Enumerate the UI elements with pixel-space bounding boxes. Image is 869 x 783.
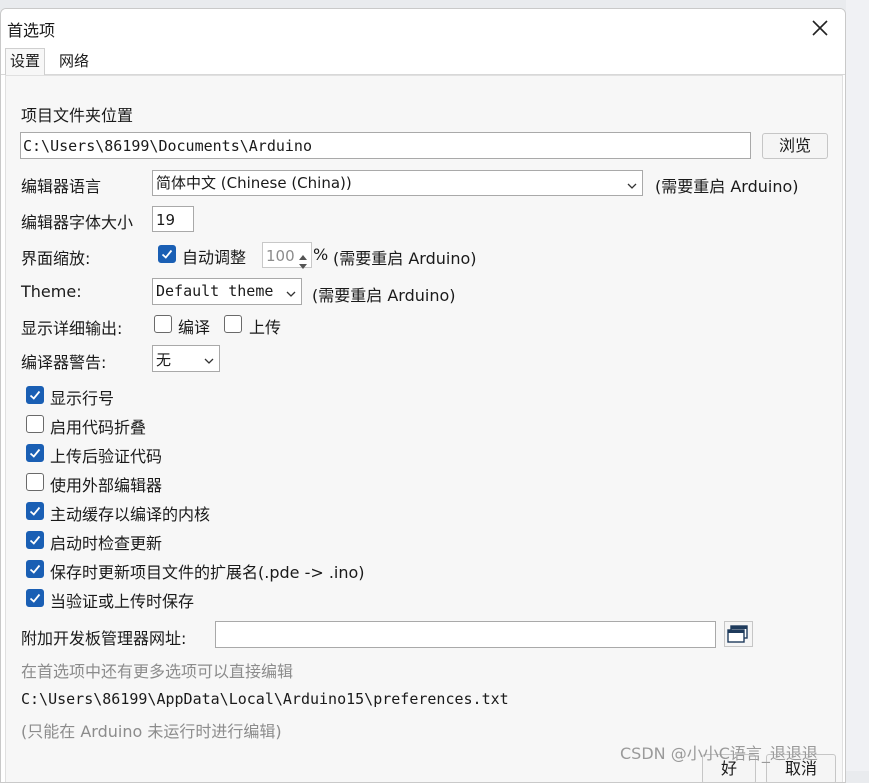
option-label-line-numbers: 显示行号 bbox=[50, 389, 115, 408]
chevron-down-icon bbox=[626, 177, 638, 189]
tab-network[interactable]: 网络 bbox=[55, 49, 93, 73]
verbose-upload-checkbox[interactable] bbox=[224, 315, 242, 333]
option-checkbox-cache-core[interactable] bbox=[26, 502, 44, 520]
option-label-verify-upload: 上传后验证代码 bbox=[50, 447, 163, 466]
window-stack-icon[interactable] bbox=[724, 621, 753, 647]
verbose-compile-checkbox[interactable] bbox=[154, 315, 172, 333]
theme-label: Theme: bbox=[21, 282, 82, 301]
verbose-label: 显示详细输出: bbox=[21, 319, 123, 338]
option-label-cache-core: 主动缓存以编译的内核 bbox=[50, 505, 211, 524]
option-label-external-editor: 使用外部编辑器 bbox=[50, 476, 163, 495]
warnings-value: 无 bbox=[156, 351, 172, 369]
verbose-upload-label: 上传 bbox=[249, 318, 282, 337]
language-value: 简体中文 (Chinese (China)) bbox=[156, 174, 352, 192]
language-select[interactable]: 简体中文 (Chinese (China)) bbox=[152, 170, 643, 196]
watermark: CSDN @小小C语言_退退退 bbox=[620, 744, 818, 763]
option-checkbox-line-numbers[interactable] bbox=[26, 386, 44, 404]
scale-restart-note: (需要重启 Arduino) bbox=[333, 249, 477, 268]
verbose-compile-label: 编译 bbox=[178, 318, 211, 337]
sketchbook-path-value: C:\Users\86199\Documents\Arduino bbox=[23, 137, 312, 155]
option-label-code-folding: 启用代码折叠 bbox=[50, 418, 147, 437]
theme-restart-note: (需要重启 Arduino) bbox=[312, 286, 456, 305]
settings-panel: 项目文件夹位置 C:\Users\86199\Documents\Arduino… bbox=[5, 75, 843, 782]
close-icon[interactable] bbox=[809, 17, 831, 39]
font-size-input[interactable]: 19 bbox=[152, 206, 194, 232]
language-label: 编辑器语言 bbox=[21, 177, 102, 196]
scale-value: 100 bbox=[266, 247, 295, 265]
percent-sign: % bbox=[313, 245, 329, 264]
option-label-save-on-verify: 当验证或上传时保存 bbox=[50, 592, 195, 611]
edit-when-closed-note: (只能在 Arduino 未运行时进行编辑) bbox=[21, 722, 282, 741]
chevron-down-icon bbox=[285, 285, 297, 297]
theme-value: Default theme bbox=[156, 282, 274, 300]
warnings-select[interactable]: 无 bbox=[152, 345, 220, 372]
auto-scale-label: 自动调整 bbox=[182, 248, 247, 267]
boards-url-label: 附加开发板管理器网址: bbox=[21, 629, 187, 648]
option-checkbox-verify-upload[interactable] bbox=[26, 444, 44, 462]
stepper-down-icon[interactable] bbox=[298, 256, 308, 275]
option-label-update-extension: 保存时更新项目文件的扩展名(.pde -> .ino) bbox=[50, 563, 365, 582]
scale-label: 界面缩放: bbox=[21, 249, 91, 268]
tab-strip: 设置 网络 bbox=[1, 46, 845, 76]
option-checkbox-save-on-verify[interactable] bbox=[26, 589, 44, 607]
option-checkbox-external-editor[interactable] bbox=[26, 473, 44, 491]
title-bar: 首选项 bbox=[1, 9, 845, 47]
option-checkbox-code-folding[interactable] bbox=[26, 415, 44, 433]
font-size-label: 编辑器字体大小 bbox=[21, 213, 134, 232]
boards-url-input[interactable] bbox=[215, 621, 716, 648]
language-restart-note: (需要重启 Arduino) bbox=[655, 177, 799, 196]
option-checkbox-update-extension[interactable] bbox=[26, 560, 44, 578]
browse-button[interactable]: 浏览 bbox=[762, 133, 828, 159]
tab-settings[interactable]: 设置 bbox=[5, 48, 46, 76]
font-size-value: 19 bbox=[156, 211, 176, 229]
prefs-file-path[interactable]: C:\Users\86199\AppData\Local\Arduino15\p… bbox=[21, 690, 509, 708]
dialog-title: 首选项 bbox=[7, 21, 56, 40]
warnings-label: 编译器警告: bbox=[21, 353, 107, 372]
option-checkbox-check-updates[interactable] bbox=[26, 531, 44, 549]
auto-scale-checkbox[interactable] bbox=[158, 245, 176, 263]
chevron-down-icon bbox=[203, 352, 215, 364]
option-label-check-updates: 启动时检查更新 bbox=[50, 534, 163, 553]
sketchbook-path-input[interactable]: C:\Users\86199\Documents\Arduino bbox=[20, 132, 751, 159]
preferences-dialog: 首选项 设置 网络 项目文件夹位置 C:\Users\86199\Documen… bbox=[0, 8, 846, 783]
scale-stepper[interactable]: 100 bbox=[262, 242, 312, 269]
background-area bbox=[846, 0, 869, 771]
theme-select[interactable]: Default theme bbox=[152, 278, 302, 305]
sketchbook-label: 项目文件夹位置 bbox=[21, 106, 134, 125]
more-prefs-note: 在首选项中还有更多选项可以直接编辑 bbox=[21, 662, 294, 681]
